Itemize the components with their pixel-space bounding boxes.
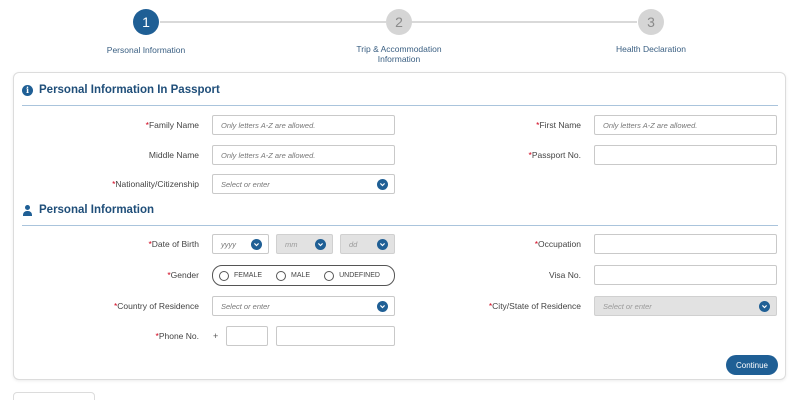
step-2-label: Trip & Accommodation Information	[339, 44, 459, 64]
visa-no-label: Visa No.	[474, 270, 581, 280]
nationality-select[interactable]: Select or enter	[212, 174, 395, 194]
middle-name-label-text: Middle Name	[148, 150, 199, 160]
chevron-down-icon	[759, 301, 770, 312]
middle-name-input[interactable]: Only letters A-Z are allowed.	[212, 145, 395, 165]
family-name-label: *Family Name	[94, 120, 199, 130]
dob-month-placeholder: mm	[285, 239, 298, 249]
info-icon: i	[22, 84, 33, 96]
gender-option-male[interactable]: MALE	[276, 270, 311, 281]
gender-undefined-label: UNDEFINED	[339, 272, 380, 279]
country-of-residence-select[interactable]: Select or enter	[212, 296, 395, 316]
passport-no-input[interactable]	[594, 145, 777, 165]
visa-no-input[interactable]	[594, 265, 777, 285]
chevron-down-icon	[377, 179, 388, 190]
date-of-birth-label-text: Date of Birth	[151, 239, 199, 249]
gender-label-text: Gender	[170, 270, 199, 280]
first-name-input[interactable]: Only letters A-Z are allowed.	[594, 115, 777, 135]
form-card: i Personal Information In Passport *Fami…	[13, 72, 786, 380]
phone-number-input[interactable]	[276, 326, 395, 346]
first-name-label-text: First Name	[539, 120, 581, 130]
phone-label: *Phone No.	[94, 331, 199, 341]
section-divider	[22, 225, 778, 226]
dob-day-select[interactable]: dd	[340, 234, 395, 254]
section-title-personal-text: Personal Information	[39, 204, 155, 216]
nationality-label-text: Nationality/Citizenship	[115, 179, 199, 189]
step-3-number: 3	[647, 14, 655, 30]
chevron-down-icon	[251, 239, 262, 250]
dob-day-placeholder: dd	[349, 239, 358, 249]
gender-option-female[interactable]: FEMALE	[219, 270, 263, 281]
gender-option-undefined[interactable]: UNDEFINED	[324, 270, 380, 281]
dob-year-select[interactable]: yyyy	[212, 234, 269, 254]
step-2-circle[interactable]: 2	[386, 9, 412, 35]
phone-country-code-input[interactable]	[226, 326, 268, 346]
person-icon	[22, 204, 33, 216]
step-2-number: 2	[395, 14, 403, 30]
step-3-label: Health Declaration	[616, 44, 686, 54]
occupation-label: *Occupation	[474, 239, 581, 249]
step-2-label-line1: Trip & Accommodation	[356, 44, 442, 54]
phone-label-text: Phone No.	[158, 331, 199, 341]
city-state-placeholder: Select or enter	[603, 301, 652, 311]
section-title-passport-text: Personal Information In Passport	[39, 84, 220, 96]
passport-no-label-text: Passport No.	[531, 150, 581, 160]
step-1-label: Personal Information	[106, 45, 186, 55]
date-of-birth-label: *Date of Birth	[94, 239, 199, 249]
phone-plus-sign: +	[213, 331, 219, 341]
step-connector-1	[160, 21, 386, 23]
radio-circle[interactable]	[324, 270, 335, 281]
first-name-placeholder: Only letters A-Z are allowed.	[603, 120, 698, 130]
gender-radio-group: FEMALE MALE UNDEFINED	[212, 265, 395, 286]
dob-month-select[interactable]: mm	[276, 234, 333, 254]
middle-name-placeholder: Only letters A-Z are allowed.	[221, 150, 316, 160]
passport-no-label: *Passport No.	[474, 150, 581, 160]
section-divider	[22, 105, 778, 106]
continue-button[interactable]: Continue	[726, 355, 778, 375]
chevron-down-icon	[377, 239, 388, 250]
radio-circle[interactable]	[276, 270, 287, 281]
radio-circle[interactable]	[219, 270, 229, 281]
family-name-input[interactable]: Only letters A-Z are allowed.	[212, 115, 395, 135]
country-of-residence-label: *Country of Residence	[74, 301, 199, 311]
city-state-label: *City/State of Residence	[444, 301, 581, 311]
city-state-label-text: City/State of Residence	[492, 301, 581, 311]
section-title-personal: Personal Information	[22, 204, 154, 216]
nationality-label: *Nationality/Citizenship	[74, 179, 199, 189]
bottom-panel-tab	[13, 392, 95, 400]
step-1-circle[interactable]: 1	[133, 9, 159, 35]
occupation-input[interactable]	[594, 234, 777, 254]
gender-label: *Gender	[94, 270, 199, 280]
first-name-label: *First Name	[474, 120, 581, 130]
nationality-placeholder: Select or enter	[221, 179, 270, 189]
step-3-circle[interactable]: 3	[638, 9, 664, 35]
dob-year-placeholder: yyyy	[221, 239, 236, 249]
country-of-residence-label-text: Country of Residence	[117, 301, 199, 311]
step-connector-2	[411, 21, 637, 23]
gender-female-label: FEMALE	[234, 272, 263, 279]
step-1-number: 1	[142, 14, 150, 30]
chevron-down-icon	[377, 301, 388, 312]
visa-no-label-text: Visa No.	[549, 270, 581, 280]
country-of-residence-placeholder: Select or enter	[221, 301, 270, 311]
step-2-label-line2: Information	[377, 54, 421, 64]
progress-stepper: 1 Personal Information 2 Trip & Accommod…	[0, 0, 800, 72]
middle-name-label: Middle Name	[94, 150, 199, 160]
city-state-select[interactable]: Select or enter	[594, 296, 777, 316]
family-name-placeholder: Only letters A-Z are allowed.	[221, 120, 316, 130]
family-name-label-text: Family Name	[148, 120, 199, 130]
gender-male-label: MALE	[291, 272, 311, 279]
section-title-passport: i Personal Information In Passport	[22, 84, 220, 96]
chevron-down-icon	[315, 239, 326, 250]
occupation-label-text: Occupation	[538, 239, 581, 249]
